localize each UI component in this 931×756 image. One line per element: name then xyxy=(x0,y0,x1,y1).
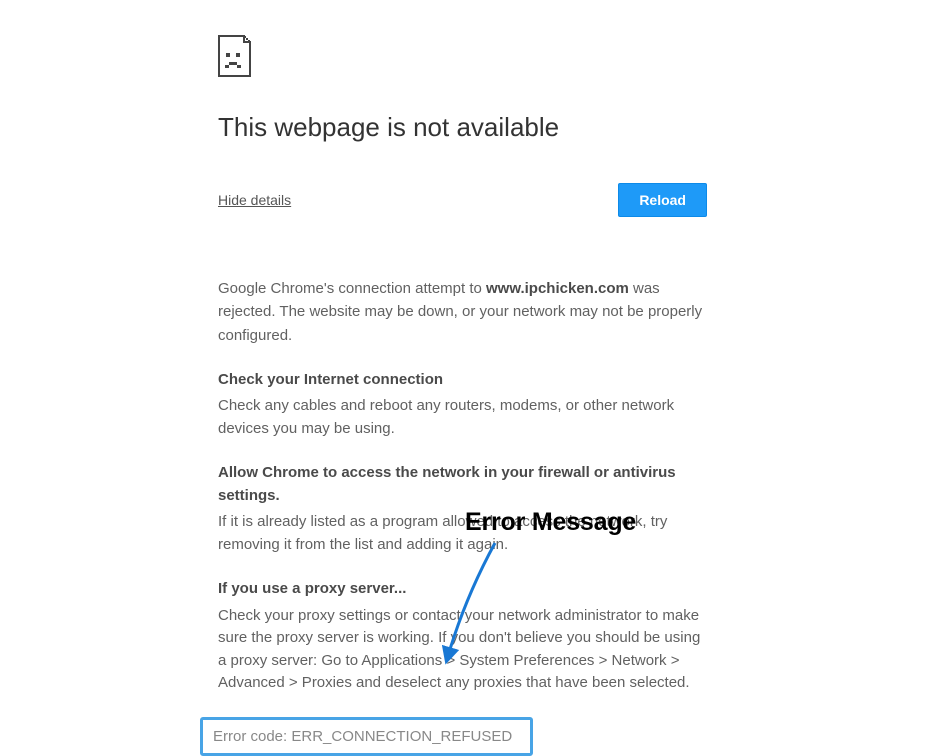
page-title: This webpage is not available xyxy=(218,112,707,143)
help-section-firewall: Allow Chrome to access the network in yo… xyxy=(218,462,707,556)
action-row: Hide details Reload xyxy=(218,183,707,217)
help-body: Check your proxy settings or contact you… xyxy=(218,605,707,695)
intro-paragraph: Google Chrome's connection attempt to ww… xyxy=(218,277,707,347)
help-heading: If you use a proxy server... xyxy=(218,578,707,601)
help-body: Check any cables and reboot any routers,… xyxy=(218,395,707,440)
error-page-container: This webpage is not available Hide detai… xyxy=(0,0,820,756)
help-body: If it is already listed as a program all… xyxy=(218,511,707,556)
intro-prefix: Google Chrome's connection attempt to xyxy=(218,280,486,297)
help-heading: Check your Internet connection xyxy=(218,369,707,392)
intro-domain: www.ipchicken.com xyxy=(486,280,629,297)
sad-document-icon xyxy=(218,35,707,77)
reload-button[interactable]: Reload xyxy=(618,183,707,217)
help-section-connection: Check your Internet connection Check any… xyxy=(218,369,707,441)
hide-details-link[interactable]: Hide details xyxy=(218,192,291,208)
help-section-proxy: If you use a proxy server... Check your … xyxy=(218,578,707,695)
help-heading: Allow Chrome to access the network in yo… xyxy=(218,462,707,507)
error-code: Error code: ERR_CONNECTION_REFUSED xyxy=(200,717,533,756)
